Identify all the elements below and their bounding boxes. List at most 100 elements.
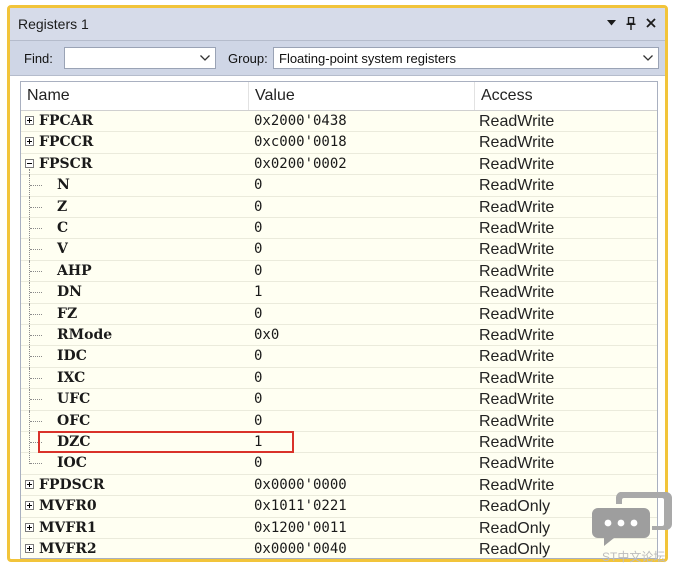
tree-line-vertical — [29, 367, 30, 390]
register-value[interactable]: 0 — [254, 368, 262, 389]
tree-line-vertical — [29, 346, 30, 369]
register-access: ReadWrite — [479, 391, 555, 409]
register-value[interactable]: 0x0200'0002 — [254, 154, 347, 175]
group-label: Group: — [228, 51, 268, 66]
column-header-access[interactable]: Access — [475, 82, 657, 110]
expand-icon[interactable] — [25, 116, 34, 125]
register-name: MVFR0 — [39, 498, 97, 515]
expand-icon[interactable] — [25, 479, 34, 489]
register-value[interactable]: 1 — [254, 282, 262, 303]
column-header-value[interactable]: Value — [249, 82, 475, 110]
table-row[interactable]: DZC 1 ReadWrite — [21, 432, 657, 454]
tree-line-horizontal — [30, 206, 42, 208]
register-name: FPCCR — [39, 134, 94, 151]
register-value[interactable]: 0xc000'0018 — [254, 132, 347, 153]
tree-line-vertical — [29, 325, 30, 347]
window-titlebar: Registers 1 — [10, 8, 665, 41]
group-selected-value: Floating-point system registers — [279, 51, 457, 66]
watermark-text: ST中文论坛 — [602, 550, 666, 564]
table-row[interactable]: FPCAR 0x2000'0438 ReadWrite — [21, 111, 657, 133]
register-value[interactable]: 1 — [254, 432, 262, 453]
tree-line-vertical — [29, 175, 30, 198]
tree-line-vertical — [29, 432, 30, 454]
tree-line-horizontal — [30, 270, 42, 272]
register-value[interactable]: 0 — [254, 389, 262, 410]
expand-icon[interactable] — [25, 544, 34, 553]
table-row[interactable]: IOC 0 ReadWrite — [21, 453, 657, 475]
table-row[interactable]: MVFR2 0x0000'0040 ReadOnly — [21, 539, 657, 558]
find-combobox[interactable] — [64, 47, 216, 69]
register-value[interactable]: 0 — [254, 304, 262, 325]
table-row[interactable]: FZ 0 ReadWrite — [21, 303, 657, 326]
register-value[interactable]: 0x2000'0438 — [254, 111, 347, 132]
tree-line-horizontal — [30, 377, 42, 379]
table-row[interactable]: UFC 0 ReadWrite — [21, 389, 657, 412]
table-row[interactable]: MVFR0 0x1011'0221 ReadOnly — [21, 496, 657, 518]
register-access: ReadOnly — [479, 541, 551, 558]
register-value[interactable]: 0x0000'0040 — [254, 539, 347, 558]
register-access: ReadWrite — [479, 262, 555, 280]
register-value[interactable]: 0 — [254, 197, 262, 218]
tree-line-horizontal — [30, 463, 42, 465]
collapse-icon[interactable] — [25, 158, 34, 168]
register-value[interactable]: 0 — [254, 218, 262, 239]
register-access: ReadOnly — [479, 519, 551, 537]
register-access: ReadWrite — [479, 113, 555, 130]
table-row[interactable]: MVFR1 0x1200'0011 ReadOnly — [21, 518, 657, 539]
table-row[interactable]: FPSCR 0x0200'0002 ReadWrite — [21, 154, 657, 176]
register-name: C — [57, 220, 69, 236]
register-value[interactable]: 0x1011'0221 — [254, 496, 347, 517]
dropdown-icon[interactable] — [603, 14, 619, 32]
chat-bubbles-icon — [592, 492, 672, 546]
register-value[interactable]: 0 — [254, 261, 262, 282]
table-row[interactable]: IDC 0 ReadWrite — [21, 346, 657, 369]
register-access: ReadOnly — [479, 498, 551, 516]
tree-line-vertical — [29, 303, 30, 326]
register-value[interactable]: 0 — [254, 346, 262, 367]
chevron-down-icon[interactable] — [195, 48, 215, 68]
register-access: ReadWrite — [479, 327, 555, 344]
register-name: V — [57, 241, 68, 258]
table-row[interactable]: OFC 0 ReadWrite — [21, 410, 657, 433]
register-name: FPSCR — [39, 155, 93, 172]
tree-line-vertical — [29, 239, 30, 262]
register-access: ReadWrite — [479, 134, 555, 152]
column-header-name[interactable]: Name — [21, 82, 249, 110]
register-value[interactable]: 0 — [254, 175, 262, 196]
table-row[interactable]: V 0 ReadWrite — [21, 239, 657, 262]
close-icon[interactable] — [643, 14, 659, 32]
table-row[interactable]: IXC 0 ReadWrite — [21, 367, 657, 390]
register-access: ReadWrite — [479, 434, 555, 451]
chevron-down-icon[interactable] — [638, 48, 658, 68]
group-combobox[interactable]: Floating-point system registers — [273, 47, 659, 69]
register-name: RMode — [57, 327, 113, 343]
table-row[interactable]: Z 0 ReadWrite — [21, 196, 657, 219]
tree-line-vertical — [29, 282, 30, 305]
tree-line-horizontal — [30, 420, 42, 422]
register-name: DN — [57, 284, 82, 301]
register-name: N — [57, 177, 70, 194]
register-value[interactable]: 0x1200'0011 — [254, 518, 347, 539]
table-row[interactable]: FPDSCR 0x0000'0000 ReadWrite — [21, 475, 657, 497]
register-name: IOC — [57, 455, 87, 472]
pin-icon[interactable] — [623, 14, 639, 32]
register-value[interactable]: 0 — [254, 411, 262, 432]
table-row[interactable]: FPCCR 0xc000'0018 ReadWrite — [21, 132, 657, 154]
register-name: OFC — [57, 412, 91, 429]
register-value[interactable]: 0 — [254, 239, 262, 260]
register-value[interactable]: 0x0 — [254, 325, 279, 346]
register-value[interactable]: 0 — [254, 453, 262, 474]
table-row[interactable]: N 0 ReadWrite — [21, 175, 657, 198]
table-row[interactable]: DN 1 ReadWrite — [21, 282, 657, 305]
table-row[interactable]: RMode 0x0 ReadWrite — [21, 325, 657, 347]
expand-icon[interactable] — [25, 522, 34, 532]
register-name: AHP — [57, 262, 92, 279]
window-title: Registers 1 — [18, 16, 89, 32]
expand-icon[interactable] — [25, 501, 34, 511]
register-value[interactable]: 0x0000'0000 — [254, 475, 347, 496]
register-access: ReadWrite — [479, 241, 555, 259]
table-row[interactable]: AHP 0 ReadWrite — [21, 260, 657, 283]
tree-line-horizontal — [30, 399, 42, 401]
expand-icon[interactable] — [25, 137, 34, 147]
table-row[interactable]: C 0 ReadWrite — [21, 218, 657, 240]
